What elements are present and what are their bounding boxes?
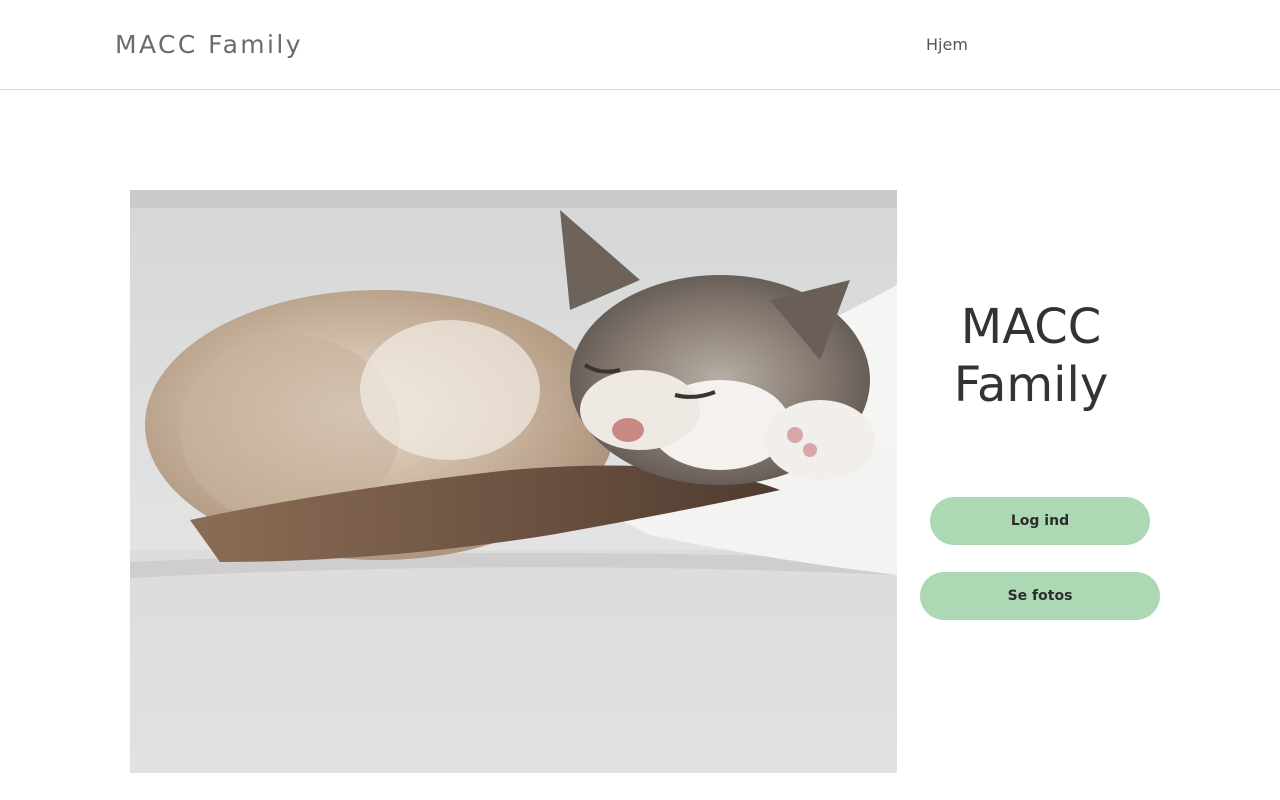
kitten-photo — [130, 190, 897, 773]
nav-item-hjem[interactable]: Hjem — [926, 35, 968, 54]
site-title-link[interactable]: MACC Family — [115, 28, 303, 62]
hero-title: MACC Family — [953, 299, 1109, 413]
login-button[interactable]: Log ind — [930, 497, 1150, 545]
view-photos-button[interactable]: Se fotos — [920, 572, 1160, 620]
main-nav: Hjem — [926, 34, 968, 56]
site-header: MACC Family Hjem — [0, 0, 1280, 90]
